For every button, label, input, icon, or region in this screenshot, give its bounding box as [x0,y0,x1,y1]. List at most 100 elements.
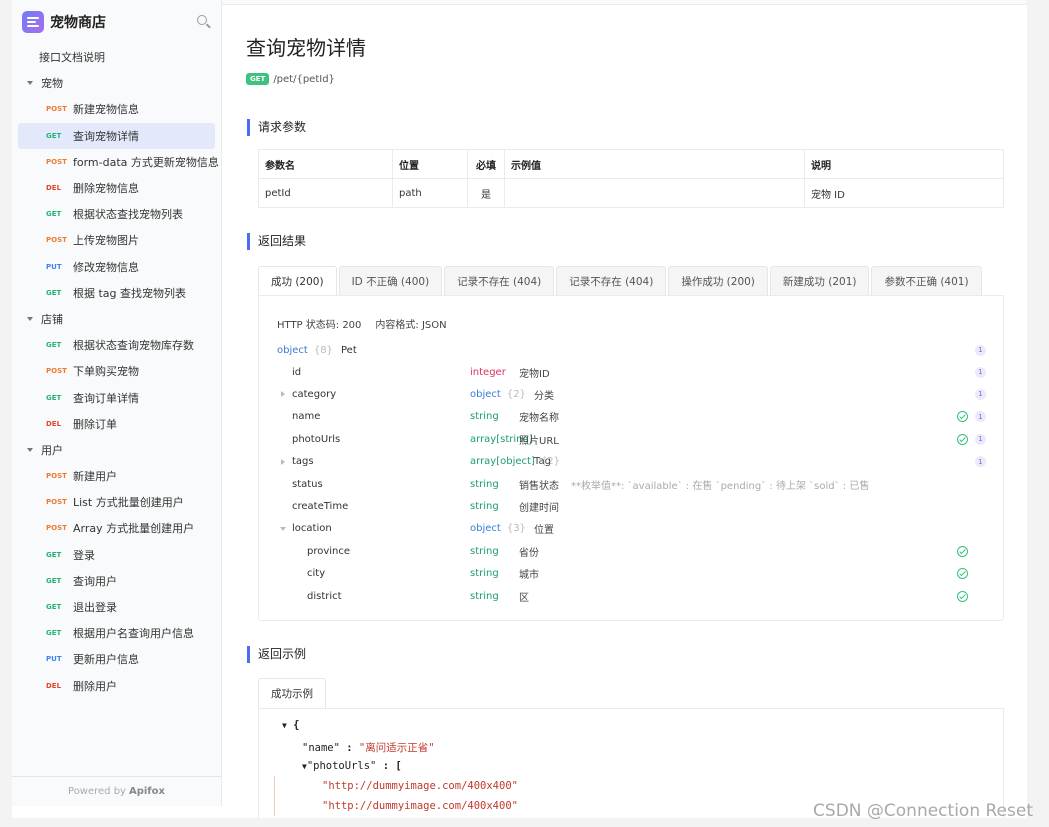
sidebar-group[interactable]: 店铺 [12,306,221,332]
check-circle-icon [957,590,968,602]
sidebar-item-api[interactable]: GET 查询用户 [12,568,221,594]
sidebar-group-label: 宠物 [41,77,63,91]
expand-icon[interactable] [281,458,285,465]
schema-row[interactable]: location object {3} 位置 [277,518,989,540]
field-name: province [307,545,351,557]
method-tag: GET [46,210,62,219]
sidebar-item-label: 删除用户 [73,679,117,693]
sidebar-group[interactable]: 用户 [12,437,221,463]
field-desc: 省份 [519,547,539,559]
field-type: string [470,500,499,512]
collapse-icon[interactable] [280,526,286,531]
example-section-title: 返回示例 [247,646,306,663]
code-line-url: "http://dummyimage.com/400x400" [322,780,518,792]
sidebar-item-api[interactable]: POST 新建用户 [12,463,221,489]
sidebar-item-api[interactable]: PUT 更新用户信息 [12,646,221,672]
field-desc: 分类 [534,390,554,402]
sidebar-item-api[interactable]: POST List 方式批量创建用户 [12,489,221,515]
sidebar-group[interactable]: 宠物 [12,70,221,96]
field-name: location [292,523,332,535]
field-desc: 销售状态 **枚举值**: `available` : 在售 `pending` … [519,480,870,492]
sidebar-item-api[interactable]: POST 新建宠物信息 [12,96,221,122]
sidebar-item-api[interactable]: GET 根据 tag 查找宠物列表 [12,280,221,306]
method-tag: POST [46,367,67,376]
powered-by[interactable]: Powered by Apifox [12,776,221,806]
sidebar-item-api[interactable]: DEL 删除订单 [12,411,221,437]
sidebar-item-label: 删除宠物信息 [73,182,139,196]
field-desc: 城市 [519,570,539,582]
sidebar-item-api[interactable]: PUT 修改宠物信息 [12,254,221,280]
version-badge: 1 [975,344,986,356]
sidebar-item-api[interactable]: GET 根据状态查找宠物列表 [12,201,221,227]
schema-row[interactable]: name string 宠物名称 1 [277,406,989,428]
response-tab[interactable]: 操作成功 (200) [668,266,768,296]
field-type: integer [470,366,506,378]
schema-row[interactable]: status string 销售状态 **枚举值**: `available` : 在… [277,473,989,495]
schema-row[interactable]: photoUrls array[string] 照片URL 1 [277,428,989,450]
field-name: name [292,411,321,423]
version-badge: 1 [975,411,986,423]
root-name: Pet [341,344,357,356]
params-table: 参数名 位置 必填 示例值 说明 petId path 是 宠物 ID [258,149,1004,208]
sidebar-item-label: 查询用户 [73,574,117,588]
field-name: photoUrls [292,433,341,445]
sidebar-item-api[interactable]: POST 上传宠物图片 [12,227,221,253]
sidebar-item-api[interactable]: GET 根据状态查询宠物库存数 [12,332,221,358]
method-tag: POST [46,157,67,166]
field-name: id [292,366,302,378]
search-icon[interactable] [197,15,211,29]
chevron-down-icon [27,316,33,321]
sidebar-item-api[interactable]: DEL 删除用户 [12,673,221,699]
check-circle-icon [957,433,968,445]
field-type: string [470,478,499,490]
watermark: CSDN @Connection Reset [813,801,1033,821]
schema-row[interactable]: district string 区 [277,585,989,607]
method-tag: POST [46,472,67,481]
sidebar-item-api[interactable]: DEL 删除宠物信息 [12,175,221,201]
sidebar-item-api[interactable]: GET 根据用户名查询用户信息 [12,620,221,646]
response-tab[interactable]: 新建成功 (201) [769,266,870,296]
response-tab[interactable]: 记录不存在 (404) [556,266,667,296]
sidebar-item-api[interactable]: GET 查询订单详情 [12,384,221,410]
schema-row[interactable]: category object {2} 分类 1 [277,383,989,405]
sidebar-group-label: 用户 [41,443,63,457]
sidebar-item-label: 新建用户 [73,470,117,484]
schema-root[interactable]: object {8} Pet 1 [277,339,989,361]
method-tag: PUT [46,262,62,271]
schema-row[interactable]: tags array[object] {2} Tag 1 [277,451,989,473]
http-status: HTTP 状态码: 200 [277,320,362,331]
schema-row[interactable]: city string 城市 [277,563,989,585]
response-tab[interactable]: 参数不正确 (401) [871,266,982,296]
field-name: city [307,568,326,580]
schema-row[interactable]: province string 省份 [277,540,989,562]
brand-name: 宠物商店 [50,15,106,31]
method-tag: POST [46,498,67,507]
col-header: 必填 [467,149,505,179]
collapse-icon[interactable]: ▼ [282,721,287,730]
sidebar-item-label: List 方式批量创建用户 [73,496,184,510]
sidebar-item-api[interactable]: POST form-data 方式更新宠物信息 [12,149,221,175]
method-tag: GET [46,341,62,350]
param-required: 是 [467,178,505,208]
method-tag: GET [46,576,62,585]
expand-icon[interactable] [281,391,285,398]
schema-row[interactable]: createTime string 创建时间 [277,495,989,517]
sidebar-item-api[interactable]: POST Array 方式批量创建用户 [12,515,221,541]
field-type: string [470,568,499,580]
field-type: object {3} [470,523,526,535]
sidebar-item-doc[interactable]: 接口文档说明 [12,44,221,70]
sidebar-item-api[interactable]: POST 下单购买宠物 [12,358,221,384]
example-tab[interactable]: 成功示例 [258,678,326,709]
version-badge: 1 [975,366,986,378]
field-name: status [292,478,323,490]
response-tab[interactable]: ID 不正确 (400) [338,266,443,296]
sidebar-item-api[interactable]: GET 退出登录 [12,594,221,620]
field-desc: 宠物名称 [519,413,559,425]
sidebar-item-api[interactable]: GET 查询宠物详情 [18,122,215,149]
check-circle-icon [957,545,968,557]
schema-row[interactable]: id integer 宠物ID 1 [277,361,989,383]
response-tab[interactable]: 记录不存在 (404) [444,266,555,296]
sidebar-item-api[interactable]: GET 登录 [12,542,221,568]
field-name: district [307,590,342,602]
response-tab[interactable]: 成功 (200) [258,266,337,296]
